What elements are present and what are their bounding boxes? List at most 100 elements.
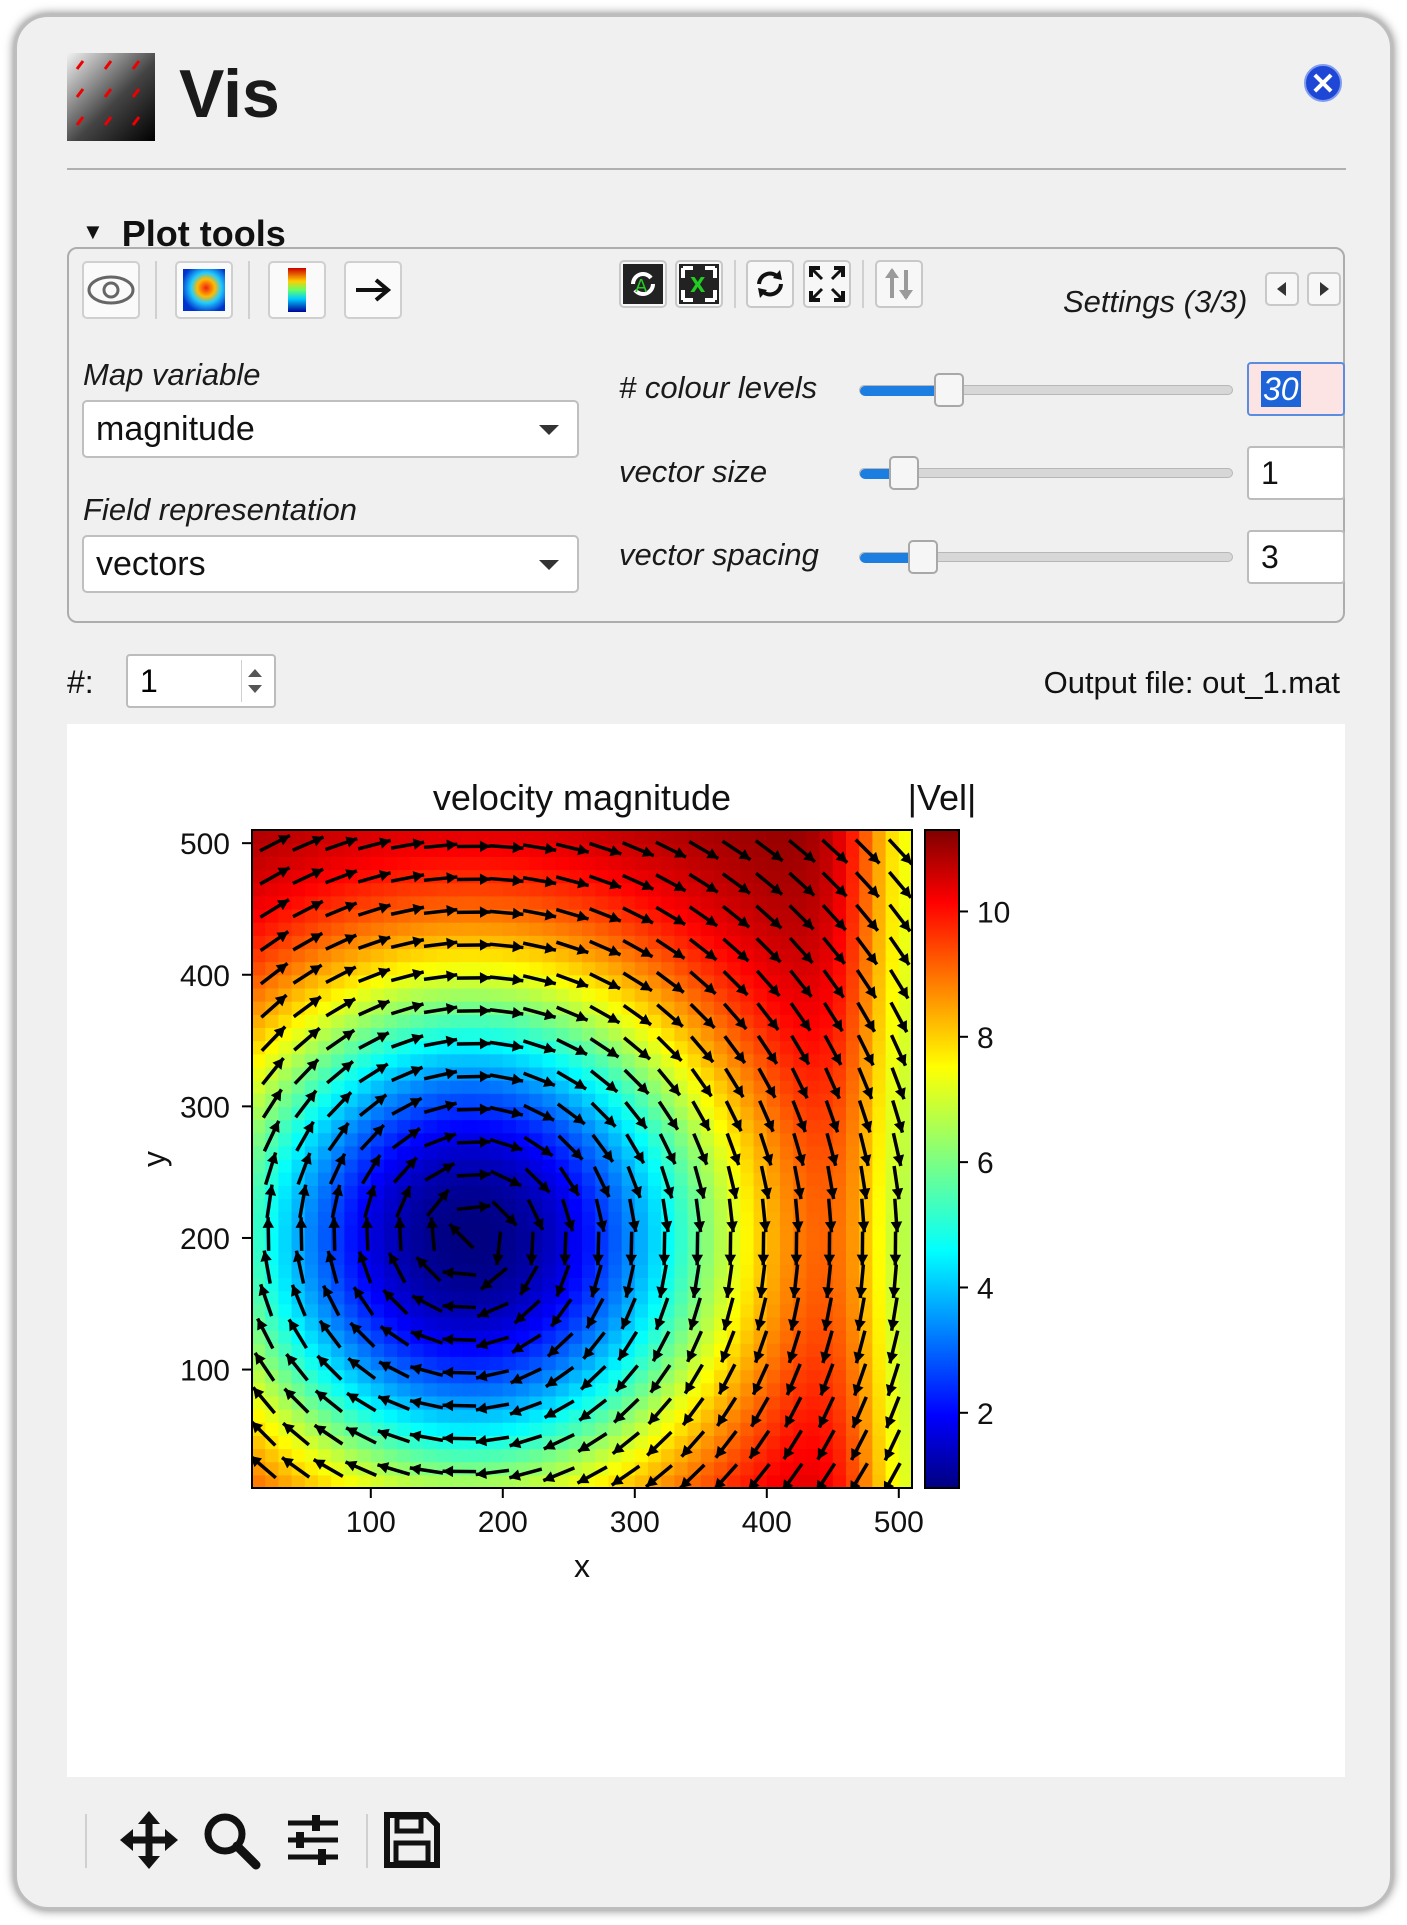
colour-levels-slider[interactable] bbox=[859, 385, 1233, 396]
prev-settings-button[interactable] bbox=[1265, 272, 1299, 306]
colour-levels-slider-thumb[interactable] bbox=[933, 373, 964, 407]
record-spinbox[interactable]: 1 bbox=[126, 654, 276, 708]
heatmap-cell bbox=[252, 882, 266, 897]
heatmap-cell bbox=[582, 1159, 596, 1173]
heatmap-cell bbox=[265, 1277, 279, 1292]
map-variable-select[interactable]: magnitude bbox=[82, 400, 579, 458]
heatmap-cell bbox=[436, 1080, 451, 1094]
spin-arrows-icon[interactable] bbox=[241, 660, 268, 702]
heatmap-cell bbox=[793, 830, 807, 844]
heatmap-cell bbox=[700, 1198, 715, 1213]
heatmap-cell bbox=[344, 974, 359, 989]
heatmap-cell bbox=[436, 1251, 451, 1265]
heatmap-cell bbox=[766, 1448, 781, 1463]
heatmap-cell bbox=[502, 830, 517, 844]
close-icon[interactable]: ✕ bbox=[1304, 64, 1342, 102]
heatmap-cell bbox=[502, 987, 517, 1002]
reset-axes-icon[interactable]: X bbox=[675, 260, 723, 308]
heatmap-cell bbox=[700, 1316, 715, 1331]
zoom-icon[interactable] bbox=[200, 1809, 262, 1871]
heatmap-cell bbox=[384, 1040, 398, 1055]
heatmap-cell bbox=[648, 1159, 662, 1173]
save-icon[interactable] bbox=[381, 1809, 443, 1871]
heatmap-cell bbox=[450, 1053, 464, 1068]
vector-spacing-field[interactable]: 3 bbox=[1247, 530, 1345, 584]
heatmap-cell bbox=[463, 1277, 477, 1292]
heatmap-cell bbox=[463, 1145, 477, 1160]
heatmap-cell bbox=[740, 1356, 755, 1371]
heatmap-cell bbox=[898, 1448, 912, 1463]
heatmap-cell bbox=[634, 1264, 649, 1279]
heatmap-cell bbox=[516, 1448, 530, 1463]
heatmap-cell bbox=[370, 1198, 385, 1213]
heatmap-cell bbox=[819, 948, 834, 963]
heatmap-cell bbox=[846, 1251, 860, 1265]
heatmap-icon[interactable] bbox=[175, 261, 233, 319]
heatmap-cell bbox=[661, 961, 675, 976]
heatmap-cell bbox=[859, 1382, 873, 1397]
heatmap-cell bbox=[357, 922, 372, 936]
refresh-axes-icon[interactable]: A bbox=[619, 260, 667, 308]
heatmap-cell bbox=[463, 948, 477, 963]
heatmap-cell bbox=[463, 1448, 477, 1463]
heatmap-cell bbox=[357, 1119, 372, 1134]
heatmap-cell bbox=[450, 1316, 464, 1331]
heatmap-cell bbox=[304, 948, 319, 963]
heatmap-cell bbox=[661, 856, 675, 871]
heatmap-cell bbox=[621, 1053, 636, 1068]
heatmap-cell bbox=[806, 1330, 821, 1344]
arrow-right-icon[interactable] bbox=[344, 261, 402, 319]
heatmap-cell bbox=[252, 1106, 266, 1121]
heatmap-cell bbox=[634, 961, 649, 976]
heatmap-cell bbox=[700, 1277, 715, 1292]
fullscreen-icon[interactable] bbox=[803, 260, 851, 308]
heatmap-cell bbox=[898, 1001, 912, 1015]
heatmap-cell bbox=[634, 1198, 649, 1213]
heatmap-cell bbox=[780, 1395, 794, 1410]
heatmap-cell bbox=[872, 1053, 887, 1068]
heatmap-cell bbox=[344, 1132, 359, 1147]
heatmap-cell bbox=[740, 1211, 755, 1226]
heatmap-cell bbox=[555, 1053, 570, 1068]
heatmap-cell bbox=[555, 1145, 570, 1160]
heatmap-cell bbox=[727, 1027, 741, 1042]
heatmap-cell bbox=[806, 1303, 821, 1318]
heatmap-cell bbox=[436, 1237, 451, 1252]
plot-canvas[interactable]: 100 200 300 400 500 100 200 300 400 500 velocity … bbox=[67, 724, 1345, 1777]
vector-size-field[interactable]: 1 bbox=[1247, 446, 1345, 500]
heatmap-cell bbox=[265, 922, 279, 936]
heatmap-cell bbox=[832, 1448, 847, 1463]
heatmap-cell bbox=[252, 1159, 266, 1173]
heatmap-cell bbox=[661, 1027, 675, 1042]
heatmap-cell bbox=[700, 1027, 715, 1042]
eye-icon[interactable] bbox=[82, 261, 140, 319]
heatmap-cell bbox=[608, 1395, 623, 1410]
heatmap-cell bbox=[252, 1198, 266, 1213]
heatmap-cell bbox=[806, 1198, 821, 1213]
heatmap-cell bbox=[502, 1448, 517, 1463]
colorbar-icon[interactable] bbox=[268, 261, 326, 319]
field-representation-select[interactable]: vectors bbox=[82, 535, 579, 593]
heatmap-cell bbox=[278, 1343, 293, 1357]
vector-size-slider-thumb[interactable] bbox=[888, 456, 919, 490]
settings-sliders-icon[interactable] bbox=[282, 1809, 344, 1871]
heatmap-cell bbox=[674, 1290, 689, 1305]
heatmap-cell bbox=[450, 948, 464, 963]
move-icon[interactable] bbox=[118, 1809, 180, 1871]
refresh-icon[interactable] bbox=[746, 260, 794, 308]
heatmap-cell bbox=[397, 830, 411, 844]
next-settings-button[interactable] bbox=[1307, 272, 1341, 306]
heatmap-cell bbox=[806, 1119, 821, 1134]
heatmap-cell bbox=[423, 1119, 438, 1134]
heatmap-cell bbox=[727, 961, 741, 976]
heatmap-cell bbox=[872, 1264, 887, 1279]
heatmap-cell bbox=[304, 1172, 319, 1186]
vector-spacing-slider-thumb[interactable] bbox=[907, 540, 938, 574]
heatmap-cell bbox=[832, 1474, 847, 1488]
colour-levels-field[interactable]: 30 bbox=[1247, 362, 1345, 416]
swap-vertical-icon[interactable] bbox=[875, 260, 923, 308]
velocity-plot[interactable]: 100 200 300 400 500 100 200 300 400 500 velocity … bbox=[67, 724, 1345, 1777]
field-representation-value: vectors bbox=[96, 545, 206, 583]
heatmap-cell bbox=[780, 1211, 794, 1226]
heatmap-cell bbox=[489, 1356, 504, 1371]
